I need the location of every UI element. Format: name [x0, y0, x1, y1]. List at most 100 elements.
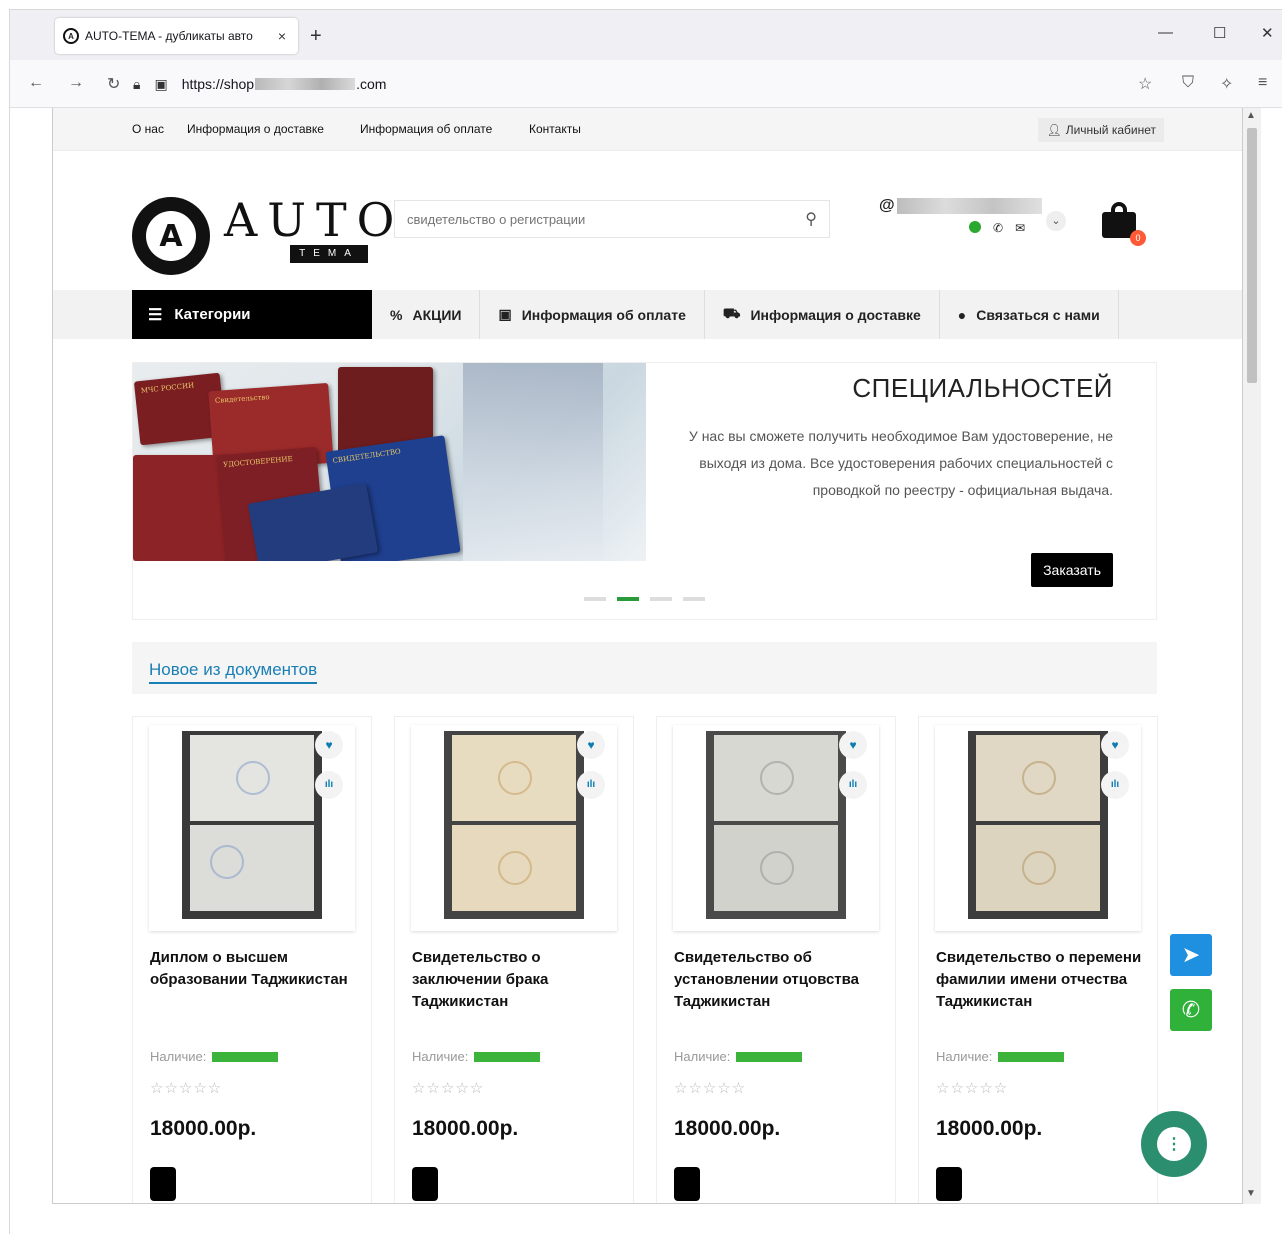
- buy-button[interactable]: [936, 1167, 962, 1201]
- product-card[interactable]: ♥ ılı Свидетельство о заключении брака Т…: [394, 716, 634, 1203]
- url-blurred: [255, 78, 356, 90]
- menu-item-delivery[interactable]: ⛟ Информация о доставке: [705, 290, 940, 339]
- site-logo[interactable]: A AUTO TEMA: [132, 197, 404, 275]
- lock-icon[interactable]: 🔒︎: [133, 76, 140, 92]
- url-bar[interactable]: 🔒︎ ▣ https://shop .com: [133, 65, 1143, 103]
- menu-item-payment[interactable]: ▣ Информация об оплате: [480, 290, 705, 339]
- slider-dot-active[interactable]: [617, 597, 639, 601]
- menu-icon[interactable]: ≡: [1258, 74, 1267, 92]
- navigation-bar: ← → ↻ 🔒︎ ▣ https://shop .com ☆ ⛉ ✧ ≡: [10, 60, 1282, 108]
- product-card[interactable]: ♥ ılı Свидетельство об установлении отцо…: [656, 716, 896, 1203]
- availability-label: Наличие:: [674, 1049, 731, 1064]
- menu-item-contact[interactable]: ● Связаться с нами: [940, 290, 1119, 339]
- order-button[interactable]: Заказать: [1031, 553, 1113, 587]
- link-contacts[interactable]: Контакты: [529, 122, 581, 136]
- whatsapp-icon: ✆: [1181, 997, 1201, 1022]
- browser-window: A AUTO-TEMA - дубликаты авто × + — ☐ ✕ ←…: [9, 9, 1282, 1234]
- email-blurred[interactable]: [896, 198, 1042, 214]
- browser-tab[interactable]: A AUTO-TEMA - дубликаты авто ×: [55, 18, 298, 54]
- tab-close-icon[interactable]: ×: [274, 28, 290, 44]
- product-card[interactable]: ♥ ılı Диплом о высшем образовании Таджик…: [132, 716, 372, 1203]
- wishlist-heart-icon[interactable]: ♥: [315, 731, 343, 759]
- close-window-icon[interactable]: ✕: [1261, 24, 1274, 42]
- cart-button[interactable]: 0: [1102, 202, 1146, 246]
- account-button[interactable]: 👤︎ Личный кабинет: [1038, 118, 1164, 142]
- new-tab-button[interactable]: +: [310, 25, 322, 48]
- slider-dot[interactable]: [650, 597, 672, 601]
- page-scrollbar[interactable]: ▲ ▼: [1243, 108, 1261, 1204]
- whatsapp-small-icon[interactable]: ✆: [993, 221, 1003, 235]
- product-price: 18000.00р.: [150, 1117, 257, 1140]
- stock-indicator: [736, 1051, 803, 1062]
- rating-stars-icon: ☆☆☆☆☆: [412, 1080, 485, 1097]
- product-name[interactable]: Свидетельство об установлении отцовства …: [674, 947, 884, 1013]
- slide-image: МЧС РОССИИ Свидетельство УДОСТОВЕРЕНИЕ С…: [133, 363, 646, 561]
- search-input[interactable]: [407, 211, 806, 227]
- availability: Наличие:: [674, 1049, 803, 1064]
- link-delivery[interactable]: Информация о доставке: [187, 122, 324, 136]
- link-about[interactable]: О нас: [132, 122, 164, 136]
- site-header: A AUTO TEMA ⚲ @ ✆ ✉: [53, 151, 1242, 288]
- link-payment[interactable]: Информация об оплате: [360, 122, 492, 136]
- chevron-down-icon[interactable]: ⌄: [1046, 211, 1066, 231]
- maximize-icon[interactable]: ☐: [1213, 24, 1226, 42]
- availability-label: Наличие:: [412, 1049, 469, 1064]
- logo-emblem-icon: A: [132, 197, 210, 275]
- product-name[interactable]: Свидетельство о заключении брака Таджики…: [412, 947, 622, 1013]
- product-price: 18000.00р.: [936, 1117, 1043, 1140]
- chat-widget-button[interactable]: ⋮: [1141, 1111, 1207, 1177]
- back-icon[interactable]: ←: [28, 74, 44, 92]
- minimize-icon[interactable]: —: [1158, 24, 1173, 41]
- telegram-float-button[interactable]: ➤: [1170, 934, 1212, 976]
- telegram-icon: ➤: [1181, 942, 1201, 967]
- mail-icon[interactable]: ✉: [1015, 221, 1025, 235]
- telegram-small-icon[interactable]: [969, 221, 981, 233]
- stock-indicator: [998, 1051, 1065, 1062]
- buy-button[interactable]: [674, 1167, 700, 1201]
- wishlist-heart-icon[interactable]: ♥: [1101, 731, 1129, 759]
- availability: Наличие:: [150, 1049, 279, 1064]
- compare-icon[interactable]: ılı: [1101, 771, 1129, 799]
- bookmark-star-icon[interactable]: ☆: [1138, 74, 1152, 94]
- email-prefix: @: [879, 197, 895, 214]
- site-favicon-icon: A: [63, 28, 79, 44]
- hero-slider: МЧС РОССИИ Свидетельство УДОСТОВЕРЕНИЕ С…: [132, 362, 1157, 620]
- search-icon[interactable]: ⚲: [805, 209, 817, 229]
- product-name[interactable]: Свидетельство о перемени фамилии имени о…: [936, 947, 1146, 1013]
- product-name[interactable]: Диплом о высшем образовании Таджикистан: [150, 947, 360, 991]
- compare-icon[interactable]: ılı: [577, 771, 605, 799]
- menu-item-label: Связаться с нами: [976, 306, 1100, 323]
- availability: Наличие:: [936, 1049, 1065, 1064]
- url-prefix: https://shop: [181, 76, 255, 92]
- availability-label: Наличие:: [150, 1049, 207, 1064]
- scroll-thumb[interactable]: [1247, 128, 1257, 383]
- product-card[interactable]: ♥ ılı Свидетельство о перемени фамилии и…: [918, 716, 1158, 1203]
- buy-button[interactable]: [412, 1167, 438, 1201]
- shield-icon[interactable]: ⛉: [1182, 74, 1194, 92]
- wishlist-heart-icon[interactable]: ♥: [577, 731, 605, 759]
- scroll-down-icon[interactable]: ▼: [1246, 1188, 1256, 1199]
- section-title[interactable]: Новое из документов: [149, 660, 318, 684]
- rating-stars-icon: ☆☆☆☆☆: [674, 1080, 747, 1097]
- percent-icon: %: [390, 306, 403, 323]
- categories-button[interactable]: ☰ Категории: [132, 290, 372, 339]
- stock-indicator: [474, 1051, 541, 1062]
- main-menu: ☰ Категории % АКЦИИ ▣ Информация об опла…: [53, 290, 1242, 339]
- extensions-icon[interactable]: ✧: [1220, 74, 1233, 94]
- forward-icon[interactable]: →: [68, 74, 84, 92]
- scroll-up-icon[interactable]: ▲: [1246, 110, 1256, 121]
- compare-icon[interactable]: ılı: [315, 771, 343, 799]
- menu-item-sales[interactable]: % АКЦИИ: [372, 290, 481, 339]
- compare-icon[interactable]: ılı: [839, 771, 867, 799]
- buy-button[interactable]: [150, 1167, 176, 1201]
- reload-icon[interactable]: ↻: [107, 74, 120, 94]
- menu-item-label: Информация о доставке: [750, 306, 921, 323]
- whatsapp-float-button[interactable]: ✆: [1170, 989, 1212, 1031]
- slider-dot[interactable]: [683, 597, 705, 601]
- slider-dot[interactable]: [584, 597, 606, 601]
- page-icon[interactable]: ▣: [154, 76, 167, 92]
- menu-item-label: Информация об оплате: [521, 306, 686, 323]
- wishlist-heart-icon[interactable]: ♥: [839, 731, 867, 759]
- search-box: ⚲: [394, 200, 830, 238]
- availability: Наличие:: [412, 1049, 541, 1064]
